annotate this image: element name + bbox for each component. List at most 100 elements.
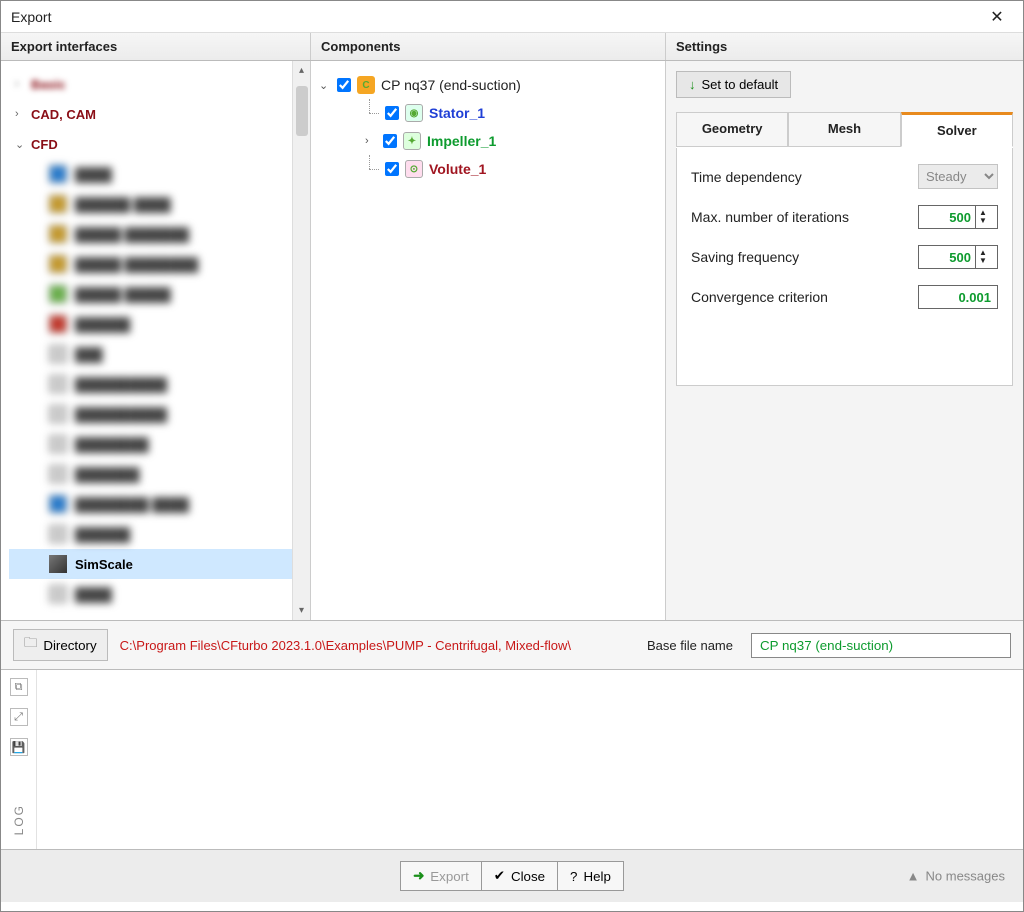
component-label: Impeller_1 <box>427 133 496 149</box>
component-impeller[interactable]: › ✦ Impeller_1 <box>319 127 657 155</box>
setting-label: Saving frequency <box>691 249 799 265</box>
interface-simscale[interactable]: SimScale <box>9 549 306 579</box>
panel-components: ⌄ C CP nq37 (end-suction) ◉ Stator_1 › ✦… <box>311 61 666 620</box>
close-label: Close <box>511 869 545 884</box>
setting-label: Convergence criterion <box>691 289 828 305</box>
tree-group-label: CAD, CAM <box>31 107 96 122</box>
stator-icon: ◉ <box>405 104 423 122</box>
close-button[interactable]: ✔ Close <box>482 861 558 891</box>
chevron-up-icon: ▲ <box>907 869 920 884</box>
component-checkbox[interactable] <box>383 134 397 148</box>
directory-bar: 🗀 Directory C:\Program Files\CFturbo 202… <box>1 621 1023 670</box>
close-icon[interactable]: ✕ <box>981 7 1013 27</box>
chevron-right-icon: › <box>15 108 27 120</box>
tab-geometry[interactable]: Geometry <box>676 112 788 147</box>
header-components: Components <box>311 33 666 60</box>
header-interfaces: Export interfaces <box>1 33 311 60</box>
messages-label: No messages <box>926 869 1005 884</box>
scroll-up-icon[interactable]: ▴ <box>299 65 304 76</box>
scrollbar-thumb[interactable] <box>296 86 308 136</box>
simscale-icon <box>49 555 67 573</box>
set-default-label: Set to default <box>702 77 779 92</box>
log-content <box>37 670 1023 849</box>
chevron-down-icon: ⌄ <box>15 138 27 151</box>
export-icon: ➜ <box>413 868 424 884</box>
directory-path: C:\Program Files\CFturbo 2023.1.0\Exampl… <box>120 638 571 653</box>
tree-connector-icon <box>361 155 379 183</box>
footer-button-group: ➜ Export ✔ Close ? Help <box>400 861 624 891</box>
header-settings: Settings <box>666 33 1023 60</box>
down-arrow-icon: ↓ <box>689 77 696 92</box>
log-toolbar: ⧉ ⤢ 💾 LOG <box>1 670 37 849</box>
check-icon: ✔ <box>494 868 505 884</box>
copy-log-icon[interactable]: ⧉ <box>10 678 28 696</box>
row-max-iterations: Max. number of iterations ▲▼ <box>691 205 998 229</box>
base-file-input[interactable] <box>751 633 1011 658</box>
tree-group-basic[interactable]: › Basic <box>9 69 306 99</box>
chevron-down-icon[interactable]: ⌄ <box>319 79 331 92</box>
tab-mesh[interactable]: Mesh <box>788 112 900 147</box>
interfaces-tree: › Basic › CAD, CAM ⌄ CFD ████ ██████ ███… <box>1 61 310 620</box>
convergence-criterion-input[interactable] <box>918 285 998 309</box>
tree-group-cfd[interactable]: ⌄ CFD <box>9 129 306 159</box>
tree-group-label: CFD <box>31 137 58 152</box>
log-label: LOG <box>12 804 26 835</box>
component-root[interactable]: ⌄ C CP nq37 (end-suction) <box>319 71 657 99</box>
project-icon: C <box>357 76 375 94</box>
row-convergence-criterion: Convergence criterion <box>691 285 998 309</box>
spinner-arrows-icon[interactable]: ▲▼ <box>975 246 990 268</box>
panel-interfaces: › Basic › CAD, CAM ⌄ CFD ████ ██████ ███… <box>1 61 311 620</box>
messages-toggle[interactable]: ▲ No messages <box>907 869 1005 884</box>
tree-group-label: Basic <box>31 77 66 92</box>
max-iterations-input[interactable] <box>919 210 975 225</box>
interfaces-scrollbar[interactable]: ▴ ▾ <box>292 61 310 620</box>
base-file-label: Base file name <box>647 638 733 653</box>
help-icon: ? <box>570 869 577 884</box>
chevron-right-icon[interactable]: › <box>365 135 377 147</box>
window-title: Export <box>11 9 51 25</box>
column-headers: Export interfaces Components Settings <box>1 33 1023 61</box>
chevron-right-icon: › <box>15 78 27 90</box>
directory-label: Directory <box>43 638 96 653</box>
interface-label: SimScale <box>75 557 133 572</box>
component-label: Stator_1 <box>429 105 485 121</box>
directory-button[interactable]: 🗀 Directory <box>13 629 108 661</box>
tab-solver[interactable]: Solver <box>901 112 1013 147</box>
impeller-icon: ✦ <box>403 132 421 150</box>
row-saving-frequency: Saving frequency ▲▼ <box>691 245 998 269</box>
max-iterations-spinner[interactable]: ▲▼ <box>918 205 998 229</box>
component-volute[interactable]: ⊙ Volute_1 <box>319 155 657 183</box>
expand-log-icon[interactable]: ⤢ <box>10 708 28 726</box>
row-time-dependency: Time dependency Steady <box>691 164 998 189</box>
component-root-checkbox[interactable] <box>337 78 351 92</box>
component-root-label: CP nq37 (end-suction) <box>381 77 521 93</box>
save-log-icon[interactable]: 💾 <box>10 738 28 756</box>
component-checkbox[interactable] <box>385 162 399 176</box>
folder-icon: 🗀 <box>24 634 37 656</box>
tree-group-cad[interactable]: › CAD, CAM <box>9 99 306 129</box>
component-stator[interactable]: ◉ Stator_1 <box>319 99 657 127</box>
panel-settings: ↓ Set to default Geometry Mesh Solver Ti… <box>666 61 1023 620</box>
solver-settings-body: Time dependency Steady Max. number of it… <box>676 148 1013 386</box>
setting-label: Max. number of iterations <box>691 209 849 225</box>
tree-connector-icon <box>361 99 379 127</box>
export-button[interactable]: ➜ Export <box>400 861 482 891</box>
time-dependency-select[interactable]: Steady <box>918 164 998 189</box>
component-label: Volute_1 <box>429 161 486 177</box>
footer: ➜ Export ✔ Close ? Help ▲ No messages <box>1 850 1023 902</box>
saving-frequency-input[interactable] <box>919 250 975 265</box>
spinner-arrows-icon[interactable]: ▲▼ <box>975 206 990 228</box>
volute-icon: ⊙ <box>405 160 423 178</box>
titlebar: Export ✕ <box>1 1 1023 33</box>
setting-label: Time dependency <box>691 169 802 185</box>
saving-frequency-spinner[interactable]: ▲▼ <box>918 245 998 269</box>
help-label: Help <box>583 869 610 884</box>
scroll-down-icon[interactable]: ▾ <box>299 605 304 616</box>
set-to-default-button[interactable]: ↓ Set to default <box>676 71 791 98</box>
component-checkbox[interactable] <box>385 106 399 120</box>
export-label: Export <box>430 869 469 884</box>
main-area: › Basic › CAD, CAM ⌄ CFD ████ ██████ ███… <box>1 61 1023 621</box>
log-area: ⧉ ⤢ 💾 LOG <box>1 670 1023 850</box>
settings-tabs: Geometry Mesh Solver <box>676 112 1013 148</box>
help-button[interactable]: ? Help <box>558 861 624 891</box>
